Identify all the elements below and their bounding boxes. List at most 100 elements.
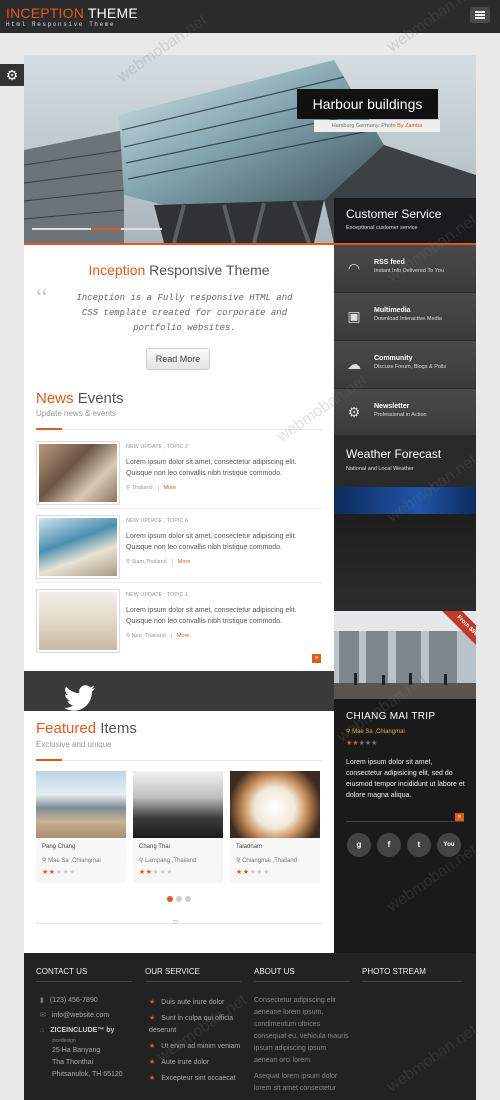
news-location: Thailand [131,485,153,491]
news-category: NEW UPDATE , TOPIC 2 [126,444,189,450]
weather-widget [334,514,476,611]
footer-contact-list: ▮ (123) 456-7890 ✉ info@website.com ⌂ ZICEI… [40,995,136,1081]
main-content: Inception Responsive Theme “ Inception i… [24,245,334,671]
news-thumbnail[interactable] [36,441,120,505]
news-meta: ⚲ Thailand More [126,485,177,491]
featured-section: Featured Items Exclusive and unique Pang… [24,711,334,953]
rating-stars: ★★★★★ [139,869,173,876]
featured-title-rest: Items [100,720,137,737]
news-item[interactable]: NEW UPDATE , TOPIC 1 Lorem ipsum dolor s… [36,589,322,659]
footer-service-text: Excepteur sint occaecat [161,1075,236,1082]
news-more-link[interactable]: More [171,559,191,565]
cloud-icon: ☁ [347,356,361,372]
slider-progress-fill [90,228,121,230]
divider-glyph: ≈ [170,915,181,929]
news-excerpt: Lorem ipsum dolor sit amet, consectetur … [126,533,297,551]
featured-card[interactable]: Taladnam ⚲ Chiangmai ,Thailand ★★★★★ [230,771,320,883]
section-rule [36,760,322,761]
side-item-subtitle: Download Interactive Media [374,316,442,322]
featured-section-title: Featured Items [36,720,137,737]
footer-rule [254,981,350,982]
intro-title-accent: Inception [88,262,146,278]
featured-image[interactable] [230,771,320,838]
read-more-button[interactable]: Read More [146,348,210,370]
featured-location-text: Chiangmai ,Thailand [242,858,298,864]
footer-address-2: Tha Thonthai [52,1059,94,1066]
footer-brand: ⌂ ZICEINCLUDE™ by [40,1025,136,1037]
news-meta: ⚲ Nan ,Thailand More [126,633,190,639]
news-category: NEW UPDATE , TOPIC 1 [126,592,189,598]
featured-subtitle: Exclusive and unique [36,740,112,749]
news-more-link[interactable]: More [170,633,190,639]
footer-rule [36,981,132,982]
footer-about-heading: ABOUT US [254,967,295,976]
intro-text: Inception is a Fully responsive HTML and… [76,293,293,333]
footer-phone[interactable]: ▮ (123) 456-7890 [40,995,136,1007]
news-item[interactable]: NEW UPDATE , TOPIC 6 Lorem ipsum dolor s… [36,515,322,585]
site-tagline: Html Responsive Theme [6,21,116,28]
news-location: Siam,Thailand [131,559,167,565]
twitter-bird-icon[interactable] [61,685,97,711]
news-more-link[interactable]: More [157,485,177,491]
featured-name: Taladnam [236,844,263,850]
star-icon: ★ [149,1075,156,1082]
footer-email-text: info@website.com [51,1012,110,1019]
pager-dot-active[interactable] [167,896,173,902]
site-logo[interactable]: INCEPTION THEME [6,5,138,21]
featured-title-accent: Featured [36,720,97,737]
news-title-accent: News [36,390,74,407]
featured-image[interactable] [133,771,223,838]
featured-card[interactable]: Chang Thai ⚲ Lampang ,Thailand ★★★★★ [133,771,223,883]
footer-email[interactable]: ✉ info@website.com [40,1010,136,1022]
featured-location-text: Lampang ,Thailand [145,858,197,864]
featured-location: ⚲ Lampang ,Thailand [139,857,196,864]
footer-address-1: 25 Ha Banyang [52,1047,101,1054]
footer-about-text-2: Asequat lorem ipsum dolor lorem sit amet… [254,1073,338,1092]
news-section-title: News Events [36,390,124,407]
twitter-icon[interactable]: t [407,833,431,857]
slide-title: Harbour buildings [297,89,438,119]
side-item-subtitle: Professional in Action [374,412,427,418]
weather-title: Weather Forecast [346,447,442,461]
footer-rule [145,981,241,982]
settings-gear-icon[interactable]: ⚙ [0,64,24,86]
google-icon[interactable]: g [347,833,371,857]
news-separator [36,508,322,509]
side-item-subtitle: Discuss Forum, Blogs & Polls [374,364,447,370]
rss-icon: ◠ [347,260,361,276]
news-excerpt: Lorem ipsum dolor sit amet, consectetur … [126,459,297,477]
home-icon: ⌂ [40,1027,45,1034]
featured-card[interactable]: Pang Chang ⚲ Mae Sa ,Chiangmai ★★★★★ [36,771,126,883]
news-thumbnail[interactable] [36,515,120,579]
footer-brand-text: ZICEINCLUDE™ by [50,1027,115,1034]
menu-button[interactable] [470,7,490,23]
featured-name: Pang Chang [42,844,76,850]
customer-service-subtitle: Exceptional customer service [346,225,418,231]
featured-image[interactable] [36,771,126,838]
menu-icon [475,11,485,13]
side-item-title: Community [374,355,413,362]
slide-caption-text: Hamburg Germany. Photo [331,123,398,129]
rating-stars: ★★★★★ [42,869,76,876]
logo-secondary: THEME [87,5,138,21]
news-location: Nan ,Thailand [131,633,166,639]
twitter-band [24,671,334,711]
slide-caption: Hamburg Germany. Photo By Zamba [314,120,440,132]
facebook-icon[interactable]: f [377,833,401,857]
news-excerpt: Lorem ipsum dolor sit amet, consectetur … [126,607,297,625]
footer-about-text: Consectetur adipiscing elit aeneane lore… [254,997,349,1064]
pager-dot[interactable] [185,896,191,902]
news-meta: ⚲ Siam,Thailand More [126,559,191,565]
footer-service-link[interactable]: ★ Excepteur sint occaecat [149,1073,245,1085]
intro-title-rest: Responsive Theme [149,262,270,278]
news-thumbnail[interactable] [36,589,120,653]
news-item[interactable]: NEW UPDATE , TOPIC 2 Lorem ipsum dolor s… [36,441,322,511]
rating-stars: ★★★★★ [236,869,270,876]
pager-dot[interactable] [176,896,182,902]
side-item-multimedia[interactable]: ▣ Multimedia Download Interactive Media [334,293,476,341]
footer-contact-heading: CONTACT US [36,967,88,976]
section-accent [36,759,62,761]
featured-location-text: Mae Sa ,Chiangmai [48,858,101,864]
footer-service-text: Duis aute irure dolor [161,999,225,1006]
news-next-arrow[interactable]: » [312,654,321,663]
